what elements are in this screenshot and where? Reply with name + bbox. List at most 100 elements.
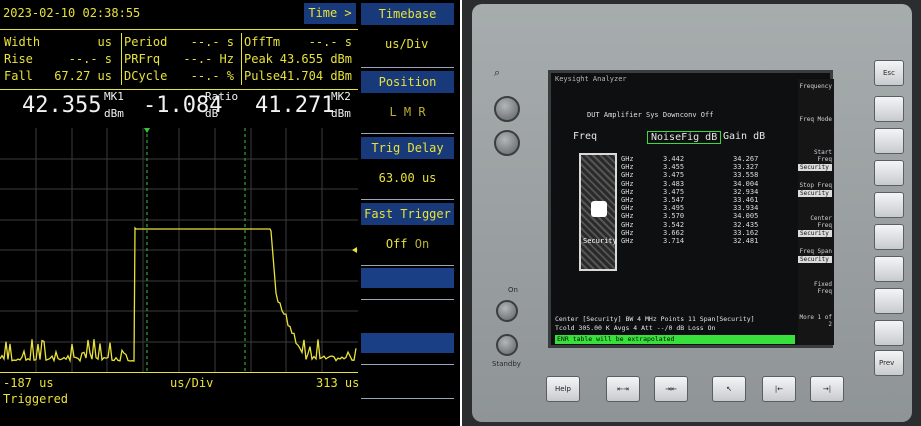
timebase-value: us/Div <box>385 37 429 51</box>
pulse-value: 41.704 dBm <box>279 69 352 83</box>
softkey-text: Fixed Freq <box>813 281 832 295</box>
trig-delay-softkey[interactable]: Trig Delay 63.00 us <box>361 137 454 197</box>
panel-divider <box>361 299 454 300</box>
blank-softkey-1[interactable] <box>361 268 454 288</box>
peak-value: 43.655 dBm <box>279 52 352 66</box>
trig-delay-title: Trig Delay <box>361 137 454 159</box>
column-divider <box>241 33 242 85</box>
peak-label: Peak <box>244 52 273 66</box>
analyzer-softkey-label: Freq Mode <box>798 116 834 123</box>
gain-column: 34.267 33.327 33.558 34.004 32.934 33.46… <box>733 155 759 246</box>
timebase-softkey[interactable]: Timebase us/Div <box>361 3 454 63</box>
tab-key-left[interactable]: ⇤⇥ <box>606 376 640 402</box>
screen-top-text: Keysight Analyzer <box>555 75 627 83</box>
prfrq-value: --.- Hz <box>183 52 234 66</box>
analyzer-softkey-label: Center Freq Security <box>798 215 834 237</box>
help-key[interactable]: Help <box>546 376 580 402</box>
instrument-bezel: ⌕ On Standby Keysight Analyzer DUT Ampli… <box>472 4 912 422</box>
panel-divider <box>361 133 454 134</box>
security-label: Security <box>583 237 617 245</box>
lock-icon <box>591 201 607 217</box>
header-divider <box>0 29 358 30</box>
softkey-button[interactable] <box>874 192 904 218</box>
fast-trigger-title: Fast Trigger <box>361 203 454 225</box>
analyzer-softkey-label: Fixed Freq <box>798 281 834 295</box>
plot-bottom-border <box>0 372 358 373</box>
analyzer-screen: Keysight Analyzer DUT Amplifier Sys Down… <box>548 70 834 348</box>
trigger-status: Triggered <box>3 392 69 406</box>
softkey-button[interactable] <box>874 256 904 282</box>
blank-softkey-2[interactable] <box>361 333 454 353</box>
panel-divider <box>361 199 454 200</box>
softkey-text: Stop Freq <box>799 182 832 189</box>
fast-trigger-softkey[interactable]: Fast Trigger Off On <box>361 203 454 263</box>
fall-label: Fall <box>4 69 33 83</box>
mk2-value: 41.271 <box>255 93 335 118</box>
noisefig-header: NoiseFig dB <box>647 131 722 144</box>
standby-button[interactable] <box>496 334 518 356</box>
fast-trigger-on[interactable]: On <box>415 237 429 251</box>
front-knob-1[interactable] <box>494 96 520 122</box>
marker-1-handle[interactable] <box>144 128 150 133</box>
softkey-text: Start Freq <box>813 149 832 163</box>
power-button[interactable] <box>496 300 518 322</box>
panel-divider <box>361 67 454 68</box>
softkey-security-tag: Security <box>798 190 832 197</box>
prev-key[interactable]: Prev <box>874 350 904 376</box>
softkey-button[interactable] <box>874 320 904 346</box>
prfrq-label: PRFrq <box>124 52 161 66</box>
panel-divider <box>361 364 454 365</box>
plot-grid <box>0 128 358 372</box>
on-label: On <box>508 286 518 294</box>
position-title: Position <box>361 71 454 93</box>
period-label: Period <box>124 35 168 49</box>
softkey-text: More 1 of 2 <box>799 314 832 328</box>
front-knob-2[interactable] <box>494 130 520 156</box>
freq-header: Freq <box>573 131 598 142</box>
tab-key-right[interactable]: ⇥⇤ <box>654 376 688 402</box>
offtm-value: --.- s <box>308 35 352 49</box>
analyzer-softkey-label: Frequency <box>798 83 834 90</box>
softkey-button[interactable] <box>874 288 904 314</box>
position-softkey[interactable]: Position L M R <box>361 71 454 131</box>
back-tab-key[interactable]: |← <box>762 376 796 402</box>
screen-subtitle: DUT Amplifier Sys Downconv Off <box>587 111 714 119</box>
softkey-security-tag: Security <box>798 256 832 263</box>
fast-trigger-off[interactable]: Off <box>386 237 408 251</box>
forward-tab-key[interactable]: →| <box>810 376 844 402</box>
time-button[interactable]: Time > <box>304 3 356 24</box>
softkey-text: Freq Span <box>799 248 832 255</box>
softkey-button[interactable] <box>874 128 904 154</box>
width-value: us <box>97 35 112 49</box>
analyzer-softkey-label: More 1 of 2 <box>798 314 834 328</box>
freq-unit-column: GHz GHz GHz GHz GHz GHz GHz GHz GHz GHz … <box>621 155 634 246</box>
axis-center-label: us/Div <box>170 376 214 390</box>
pulse-label: Pulse <box>244 69 281 83</box>
status-line-2: Tcold 305.00 K Avgs 4 Att --/0 dB Loss O… <box>555 324 716 332</box>
esc-key[interactable]: Esc <box>874 60 904 86</box>
softkey-button[interactable] <box>874 224 904 250</box>
analyzer-softkey-label: Start Freq Security <box>798 149 834 171</box>
analyzer-photo: ⌕ On Standby Keysight Analyzer DUT Ampli… <box>462 0 921 426</box>
dcycle-label: DCycle <box>124 69 168 83</box>
panel-divider <box>361 398 454 399</box>
axis-left-label: -187 us <box>3 376 54 390</box>
pointer-key[interactable]: ↖ <box>712 376 746 402</box>
trig-delay-value: 63.00 us <box>378 171 437 185</box>
softkey-button[interactable] <box>874 160 904 186</box>
panel-divider <box>361 265 454 266</box>
message-bar: ENR table will be extrapolated <box>555 335 795 344</box>
noisefig-column: 3.442 3.455 3.475 3.483 3.475 3.547 3.49… <box>663 155 685 246</box>
softkey-text: Frequency <box>799 83 832 90</box>
ratio-unit: dB <box>205 107 219 120</box>
softkey-button[interactable] <box>874 96 904 122</box>
position-options: L M R <box>389 105 426 119</box>
trigger-level-arrow[interactable] <box>352 247 357 253</box>
mk1-label: MK1 <box>104 90 124 103</box>
width-label: Width <box>4 35 41 49</box>
timebase-title: Timebase <box>361 3 454 25</box>
analyzer-softkey-labels: Frequency Freq Mode Start Freq Security Stop… <box>798 79 834 345</box>
softkey-security-tag: Security <box>798 230 832 237</box>
power-meter-screen: 2023-02-10 02:38:55 Time > Width us Rise… <box>0 0 460 426</box>
gain-header: Gain dB <box>723 131 766 142</box>
